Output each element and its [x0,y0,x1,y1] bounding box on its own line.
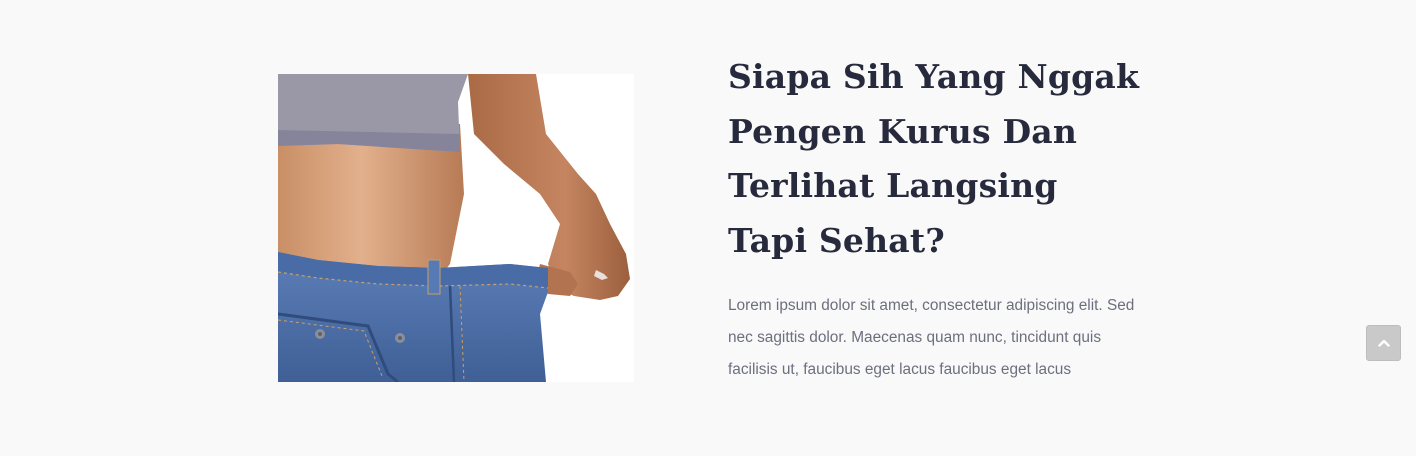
hero-headline: Siapa Sih Yang Nggak Pengen Kurus Dan Te… [728,57,1140,260]
hero-content: Siapa Sih Yang Nggak Pengen Kurus Dan Te… [728,50,1148,386]
hero-image [278,74,634,382]
scroll-to-top-button[interactable] [1366,325,1401,361]
hero-body-text: Lorem ipsum dolor sit amet, consectetur … [728,297,1135,378]
chevron-up-icon [1377,339,1390,347]
